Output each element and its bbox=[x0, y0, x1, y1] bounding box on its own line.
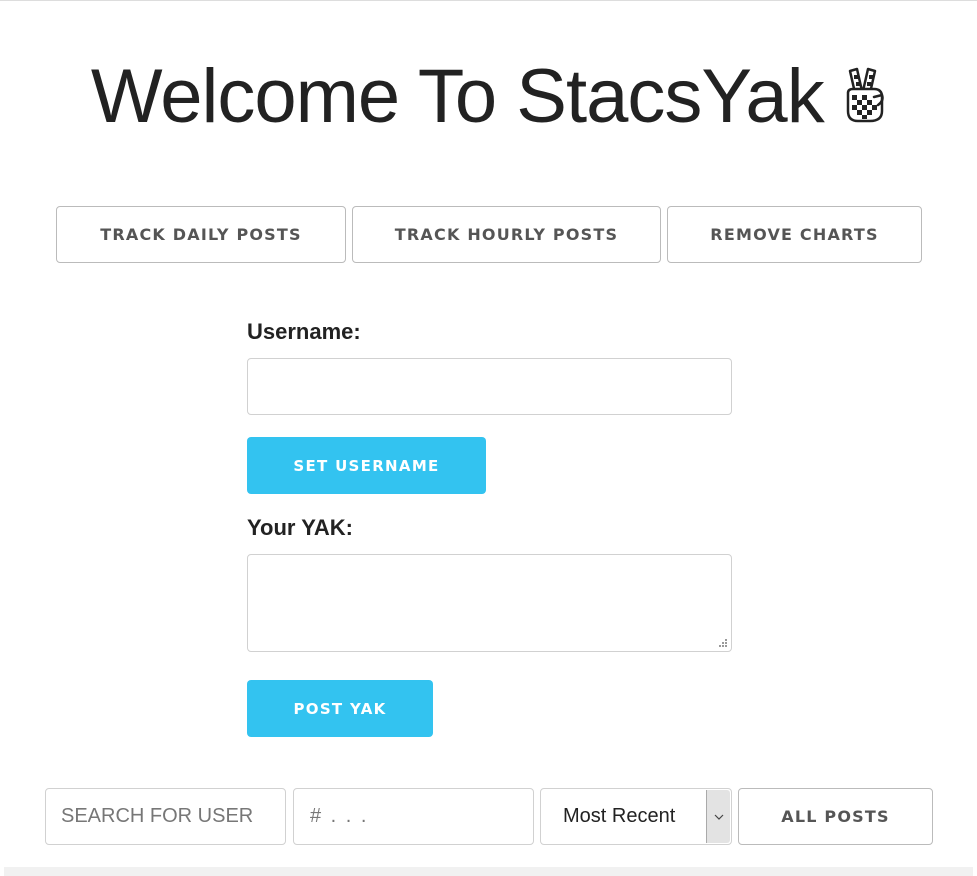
hashtag-search-input[interactable]: # . . . bbox=[293, 788, 534, 845]
post-yak-button[interactable]: POST YAK bbox=[247, 680, 433, 737]
page-title: Welcome To StacsYak bbox=[90, 54, 825, 139]
yak-label: Your YAK: bbox=[247, 515, 353, 540]
remove-charts-button[interactable]: REMOVE CHARTS bbox=[667, 206, 922, 263]
hashtag-placeholder: # . . . bbox=[310, 805, 369, 827]
search-user-input[interactable]: SEARCH FOR USER bbox=[45, 788, 286, 845]
chevron-down-icon bbox=[714, 814, 723, 820]
posts-list-edge bbox=[4, 867, 973, 876]
set-username-button[interactable]: SET USERNAME bbox=[247, 437, 486, 494]
username-label: Username: bbox=[247, 319, 361, 344]
resize-grip-icon[interactable] bbox=[718, 638, 728, 648]
all-posts-button[interactable]: ALL POSTS bbox=[738, 788, 933, 845]
page: Welcome To StacsYak TRACK DAILY POSTS TR… bbox=[0, 0, 977, 876]
yak-textarea[interactable] bbox=[247, 554, 732, 652]
peace-hand-icon bbox=[846, 67, 884, 122]
sort-order-select[interactable]: Most Recent bbox=[540, 788, 732, 845]
header: Welcome To StacsYak bbox=[0, 53, 977, 140]
username-input[interactable] bbox=[247, 358, 732, 415]
track-daily-posts-button[interactable]: TRACK DAILY POSTS bbox=[56, 206, 346, 263]
sort-selected-value: Most Recent bbox=[563, 805, 676, 827]
select-dropdown-button[interactable] bbox=[706, 790, 730, 843]
track-hourly-posts-button[interactable]: TRACK HOURLY POSTS bbox=[352, 206, 661, 263]
search-user-placeholder: SEARCH FOR USER bbox=[61, 805, 254, 827]
